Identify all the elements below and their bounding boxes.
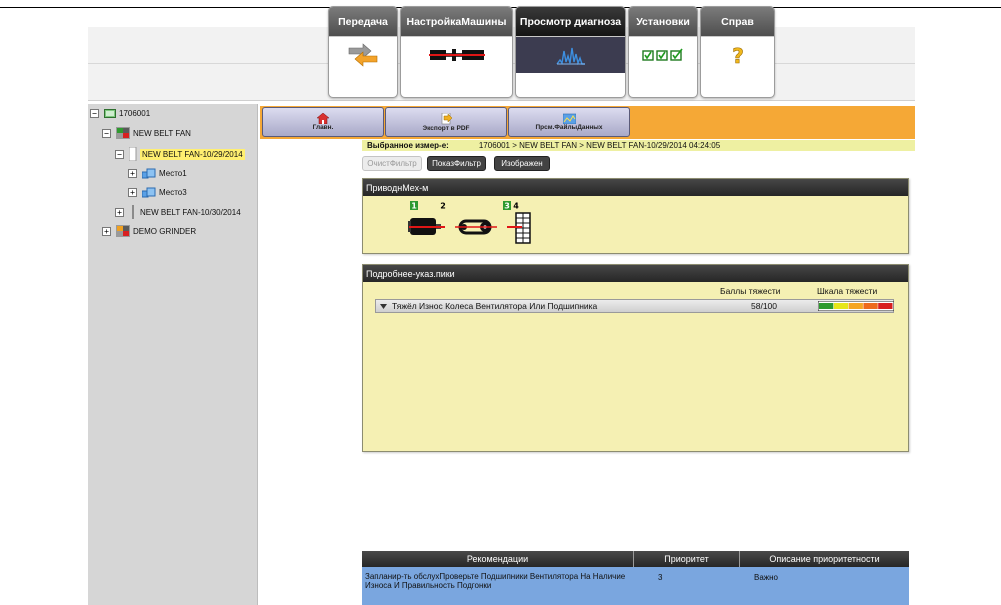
motor-icon (408, 218, 445, 235)
component-number-1: 1 (411, 202, 417, 211)
collapse-toggle[interactable]: − (102, 128, 111, 138)
component-number-4: 4 (513, 202, 519, 211)
severity-score: 58/100 (751, 301, 777, 311)
fault-row[interactable]: Тяжёл Износ Колеса Вентилятора Или Подши… (375, 299, 894, 313)
severity-scale-header: Шкала тяжести (817, 286, 878, 296)
recommendations-header: Рекомендации Приоритет Описание приорите… (362, 551, 909, 567)
tree-label: NEW BELT FAN (133, 128, 191, 138)
location-cubes-icon (142, 187, 156, 197)
svg-text:?: ? (732, 44, 744, 66)
tab-transfer[interactable]: Передача (328, 6, 398, 98)
tree-label: NEW BELT FAN-10/29/2014 (140, 148, 245, 160)
drivetrain-panel: ПриводнМех-м 1 2 3 4 (362, 178, 909, 254)
machine-icon (116, 127, 130, 139)
tree-node-session-selected[interactable]: − NEW BELT FAN-10/29/2014 (115, 147, 245, 161)
tree-label: 1706001 (119, 108, 151, 118)
tree-label: Место1 (159, 168, 187, 178)
settings-checkboxes-icon (642, 48, 683, 61)
drivetrain-diagram: 1 2 3 4 (408, 201, 531, 244)
export-pdf-icon (441, 112, 452, 124)
home-button[interactable]: Главн. (262, 107, 384, 137)
home-icon (317, 113, 329, 124)
image-button[interactable]: Изображен (494, 156, 550, 171)
expand-toggle[interactable]: + (102, 226, 111, 236)
expand-toggle[interactable]: + (128, 187, 137, 197)
tree-label: Место3 (159, 187, 187, 197)
export-pdf-button[interactable]: Экспорт в PDF (385, 107, 507, 137)
tab-machine-setup-label: НастройкаМашины (401, 7, 512, 36)
recommendation-description: Важно (754, 573, 779, 582)
location-cubes-icon (142, 168, 156, 178)
expand-arrow-icon[interactable] (380, 301, 390, 311)
machine-icon (116, 225, 130, 237)
measurement-icon (132, 205, 134, 219)
help-question-icon: ? (731, 44, 744, 66)
tree-node-location3[interactable]: + Место3 (128, 185, 187, 199)
col-priority: Приоритет (634, 551, 740, 567)
tree-label: NEW BELT FAN-10/30/2014 (140, 207, 241, 217)
severity-scale-segment (863, 303, 878, 309)
severity-scale-segment (833, 303, 849, 309)
severity-scale-segment (819, 303, 834, 309)
tab-transfer-label: Передача (329, 7, 397, 36)
expand-toggle[interactable]: + (115, 207, 124, 217)
component-number-2: 2 (440, 202, 446, 211)
severity-scale-segment (848, 303, 863, 309)
collapse-toggle[interactable]: − (115, 149, 124, 159)
severity-score-header: Баллы тяжести (720, 286, 781, 296)
recommendation-text: Запланир-ть обслухПроверьте Подшипники В… (365, 572, 626, 590)
details-panel: Подробнее-указ.пики Баллы тяжести Шкала … (362, 264, 909, 452)
severity-scale-bar (818, 301, 894, 311)
measurement-icon (129, 147, 137, 161)
machine-tree: − 1706001 − NEW BELT FAN − NEW BELT FAN-… (88, 104, 258, 605)
details-title: Подробнее-указ.пики (363, 265, 908, 282)
tab-diagnosis-view-label: Просмотр диагноза (516, 7, 625, 36)
breadcrumb: Выбранное измер-е: 1706001 > NEW BELT FA… (362, 140, 915, 151)
belt-drive-icon (455, 219, 497, 235)
collapse-toggle[interactable]: − (90, 108, 99, 118)
data-files-icon (562, 113, 576, 124)
expand-toggle[interactable]: + (128, 168, 137, 178)
drivetrain-title: ПриводнМех-м (363, 179, 908, 196)
tree-node-session2[interactable]: + NEW BELT FAN-10/30/2014 (115, 205, 241, 219)
recommendations-table: Рекомендации Приоритет Описание приорите… (362, 551, 909, 605)
toolbar: Главн. Экспорт в PDF Прсм.ФайлыДанных (260, 106, 915, 139)
tree-node-machine[interactable]: − NEW BELT FAN (102, 126, 191, 140)
machine-setup-icon (428, 49, 485, 61)
tree-node-location1[interactable]: + Место1 (128, 166, 187, 180)
tree-label: DEMO GRINDER (133, 226, 197, 236)
fan-icon (507, 212, 531, 244)
transfer-arrows-icon (348, 43, 378, 67)
recommendation-priority: 3 (658, 573, 663, 582)
route-icon (104, 108, 116, 118)
breadcrumb-path: 1706001 > NEW BELT FAN > NEW BELT FAN-10… (478, 141, 721, 150)
tab-machine-setup[interactable]: НастройкаМашины (400, 6, 513, 98)
tab-diagnosis-view[interactable]: Просмотр диагноза (515, 6, 626, 98)
tree-node-root[interactable]: − 1706001 (90, 106, 150, 120)
tab-help-label: Справ (701, 7, 774, 36)
col-recommendations: Рекомендации (362, 551, 634, 567)
view-data-files-button[interactable]: Прсм.ФайлыДанных (508, 107, 630, 137)
tab-settings[interactable]: Установки (628, 6, 698, 98)
component-number-3: 3 (504, 202, 510, 211)
table-row[interactable]: Запланир-ть обслухПроверьте Подшипники В… (362, 567, 909, 605)
severity-scale-segment (878, 303, 893, 309)
fault-description: Тяжёл Износ Колеса Вентилятора Или Подши… (392, 301, 598, 311)
tree-node-demo-grinder[interactable]: + DEMO GRINDER (102, 224, 196, 238)
clear-filter-button[interactable]: ОчистФильтр (362, 156, 422, 171)
spectrum-icon (555, 47, 585, 65)
tab-settings-label: Установки (629, 7, 697, 36)
col-priority-description: Описание приоритетности (769, 554, 880, 564)
show-filter-button[interactable]: ПоказФильтр (427, 156, 486, 171)
breadcrumb-label: Выбранное измер-е: (367, 141, 449, 150)
tab-help[interactable]: Справ ? (700, 6, 775, 98)
